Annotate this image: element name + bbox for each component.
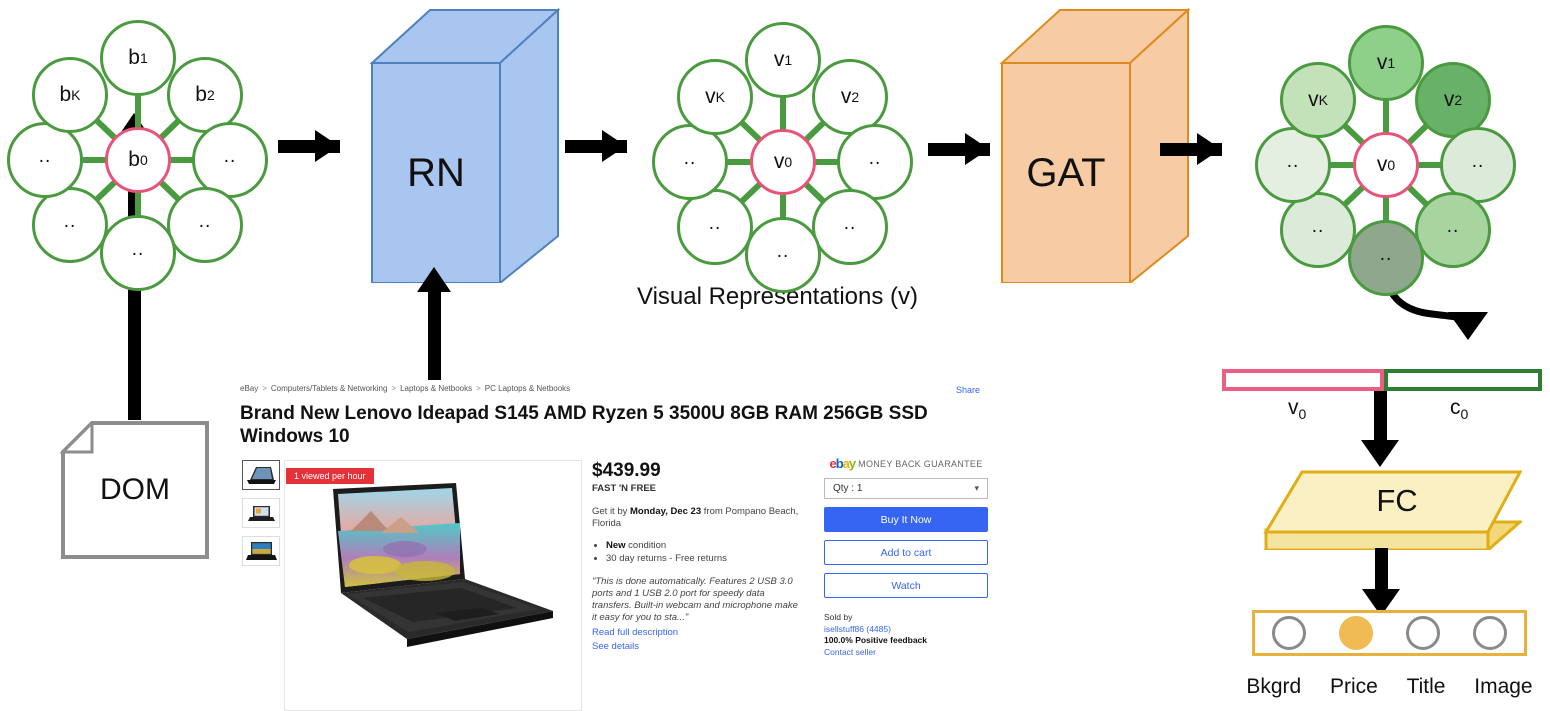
rn-module: RN [370, 8, 560, 283]
output-class-dot[interactable] [1406, 616, 1441, 650]
buy-box[interactable]: ebay MONEY BACK GUARANTEE Qty : 1 ▾ Buy … [824, 456, 988, 658]
visual-graph: v 1 v 2.......... v Kv 0 [645, 12, 925, 293]
breadcrumb-item[interactable]: Laptops & Netbooks [400, 384, 472, 393]
graph-node: vK [1280, 62, 1356, 138]
graph-node: .. [1348, 220, 1424, 296]
breadcrumb-item[interactable]: PC Laptops & Netbooks [485, 384, 570, 393]
sold-by-label: Sold by [824, 612, 853, 622]
ebay-logo: ebay [829, 456, 856, 471]
chevron-down-icon: ▾ [974, 483, 979, 493]
graph-node: v1 [1348, 25, 1424, 101]
rn-label: RN [407, 150, 465, 195]
graph-center-node: v0 [750, 129, 816, 195]
viewed-per-hour-badge: 1 viewed per hour [286, 468, 374, 484]
graph-node: .. [652, 124, 728, 200]
buy-it-now-button[interactable]: Buy It Now [824, 507, 988, 532]
listing-title: Brand New Lenovo Ideapad S145 AMD Ryzen … [240, 403, 928, 447]
contact-seller-link[interactable]: Contact seller [824, 647, 988, 659]
graph-node: .. [1255, 127, 1331, 203]
thumbnail-1[interactable] [242, 460, 280, 490]
output-class-bar[interactable] [1252, 610, 1527, 656]
listing-bullet: 30 day returns - Free returns [606, 552, 802, 565]
delivery-estimate: Get it by Monday, Dec 23 from Pompano Be… [592, 506, 799, 529]
dom-document-shape: DOM [59, 420, 210, 560]
thumbnail-strip[interactable] [242, 460, 280, 574]
output-class-label: Bkgrd [1246, 675, 1302, 698]
read-full-description-link[interactable]: Read full description [592, 627, 802, 638]
output-class-label: Title [1406, 675, 1446, 698]
graph-center-node: b0 [105, 127, 171, 193]
breadcrumb-item[interactable]: eBay [240, 384, 258, 393]
context-vector-label: c0 [1450, 396, 1469, 423]
breadcrumb[interactable]: eBay > Computers/Tablets & Networking > Lapt… [240, 384, 570, 393]
watch-button[interactable]: Watch [824, 573, 988, 598]
output-class-dot[interactable] [1473, 616, 1508, 650]
thumbnail-3[interactable] [242, 536, 280, 566]
seller-name-link[interactable]: isellstuff86 (4485) [824, 624, 988, 636]
quantity-select[interactable]: Qty : 1 ▾ [824, 478, 988, 499]
graph-node: .. [1280, 192, 1356, 268]
graph-node: .. [7, 122, 83, 198]
graph-node: .. [32, 187, 108, 263]
main-product-image[interactable] [284, 460, 582, 711]
see-details-link[interactable]: See details [592, 641, 802, 652]
visual-vector-box [1222, 369, 1384, 391]
add-to-cart-button[interactable]: Add to cart [824, 540, 988, 565]
thumbnail-2[interactable] [242, 498, 280, 528]
dom-graph: b 1 b 2.......... b Kb 0 [0, 10, 280, 291]
breadcrumb-item[interactable]: Computers/Tablets & Networking [271, 384, 388, 393]
output-class-labels: Bkgrd Price Title Image [1232, 675, 1547, 699]
graph-node: .. [812, 189, 888, 265]
graph-node: vK [677, 59, 753, 135]
graph-node: v1 [745, 22, 821, 98]
graph-center-node: v0 [1353, 132, 1419, 198]
output-class-dot[interactable] [1338, 616, 1373, 650]
listing-bullets: New condition30 day returns - Free retur… [592, 539, 802, 565]
graph-node: b1 [100, 20, 176, 96]
visual-vector-label: v0 [1288, 396, 1307, 423]
output-class-label: Price [1329, 675, 1378, 698]
fc-layer: FC [1261, 470, 1524, 552]
item-description-snippet: "This is done automatically. Features 2 … [592, 576, 798, 623]
graph-node: .. [745, 217, 821, 293]
graph-node: .. [100, 215, 176, 291]
seller-feedback: 100.0% Positive feedback [824, 635, 928, 645]
price-column: $439.99 FAST 'N FREE Get it by Monday, D… [592, 460, 802, 652]
graph-node: .. [1415, 192, 1491, 268]
seller-info: Sold by isellstuff86 (4485) 100.0% Posit… [824, 612, 988, 658]
context-vector-box [1384, 369, 1542, 391]
price: $439.99 [592, 460, 661, 481]
graph-node: .. [167, 187, 243, 263]
shipping-tag: FAST 'N FREE [592, 483, 657, 494]
fc-label: FC [1376, 483, 1418, 518]
dom-document-label: DOM [100, 473, 170, 506]
money-back-guarantee: ebay MONEY BACK GUARANTEE [829, 456, 983, 471]
listing-bullet: New condition [606, 539, 802, 552]
share-link[interactable]: Share [956, 385, 980, 395]
output-class-dot[interactable] [1271, 616, 1306, 650]
graph-node: bK [32, 57, 108, 133]
gat-label: GAT [1026, 150, 1106, 195]
graph-node: .. [677, 189, 753, 265]
output-class-label: Image [1474, 675, 1533, 698]
ebay-listing-screenshot[interactable]: eBay > Computers/Tablets & Networking > Lapt… [238, 380, 998, 711]
